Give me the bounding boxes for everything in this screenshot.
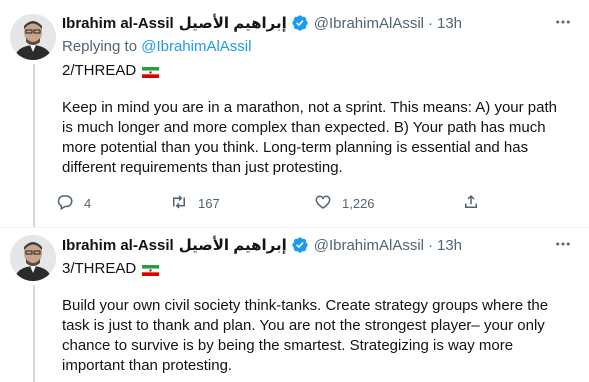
separator-dot: · [428,236,433,254]
iran-flag-icon [142,65,160,78]
author-name-arabic[interactable]: إبراهيم الأصيل [179,236,287,254]
thread-label: 3/THREAD [62,260,160,277]
author-handle[interactable]: @IbrahimAlAssil [314,15,424,32]
thread-number: 3/THREAD [62,260,137,277]
tweet-actions: 4 167 1,226 [56,192,496,214]
thread-connector-line [33,64,35,228]
retweet-icon [170,193,188,214]
more-options-icon[interactable] [551,234,575,254]
timestamp[interactable]: 13h [437,237,462,254]
avatar[interactable] [10,14,56,60]
tweet-2-thread[interactable]: Ibrahim al-Assil إبراهيم الأصيل @Ibrahim… [0,0,589,228]
avatar[interactable] [10,235,56,281]
tweet-header: Ibrahim al-Assil إبراهيم الأصيل @Ibrahim… [62,234,575,256]
reply-count: 4 [84,195,92,211]
replying-to-label: Replying to [62,38,138,55]
like-button[interactable]: 1,226 [314,192,375,214]
verified-badge-icon [291,236,309,254]
reply-icon [56,193,74,214]
replying-to: Replying to @IbrahimAlAssil [62,38,251,55]
retweet-count: 167 [198,195,220,211]
tweet-body: Keep in mind you are in a marathon, not … [62,99,557,176]
verified-badge-icon [291,14,309,32]
heart-icon [314,193,332,214]
author-name[interactable]: Ibrahim al-Assil [62,237,174,254]
thread-connector-line [33,285,35,382]
timestamp[interactable]: 13h [437,15,462,32]
replying-to-handle-link[interactable]: @IbrahimAlAssil [141,38,251,55]
author-name-arabic[interactable]: إبراهيم الأصيل [179,14,287,32]
reply-button[interactable]: 4 [56,192,91,214]
like-count: 1,226 [342,195,375,211]
thread-label: 2/THREAD [62,62,160,79]
author-name[interactable]: Ibrahim al-Assil [62,15,174,32]
separator-dot: · [428,14,433,32]
tweet-3-thread[interactable]: Ibrahim al-Assil إبراهيم الأصيل @Ibrahim… [0,228,589,382]
tweet-header: Ibrahim al-Assil إبراهيم الأصيل @Ibrahim… [62,12,575,34]
iran-flag-icon [142,263,160,276]
thread-number: 2/THREAD [62,62,137,79]
share-icon [462,193,480,214]
share-button[interactable] [462,192,480,214]
author-handle[interactable]: @IbrahimAlAssil [314,237,424,254]
more-options-icon[interactable] [551,12,575,32]
tweet-body: Build your own civil society think-tanks… [62,297,549,374]
retweet-button[interactable]: 167 [170,192,220,214]
